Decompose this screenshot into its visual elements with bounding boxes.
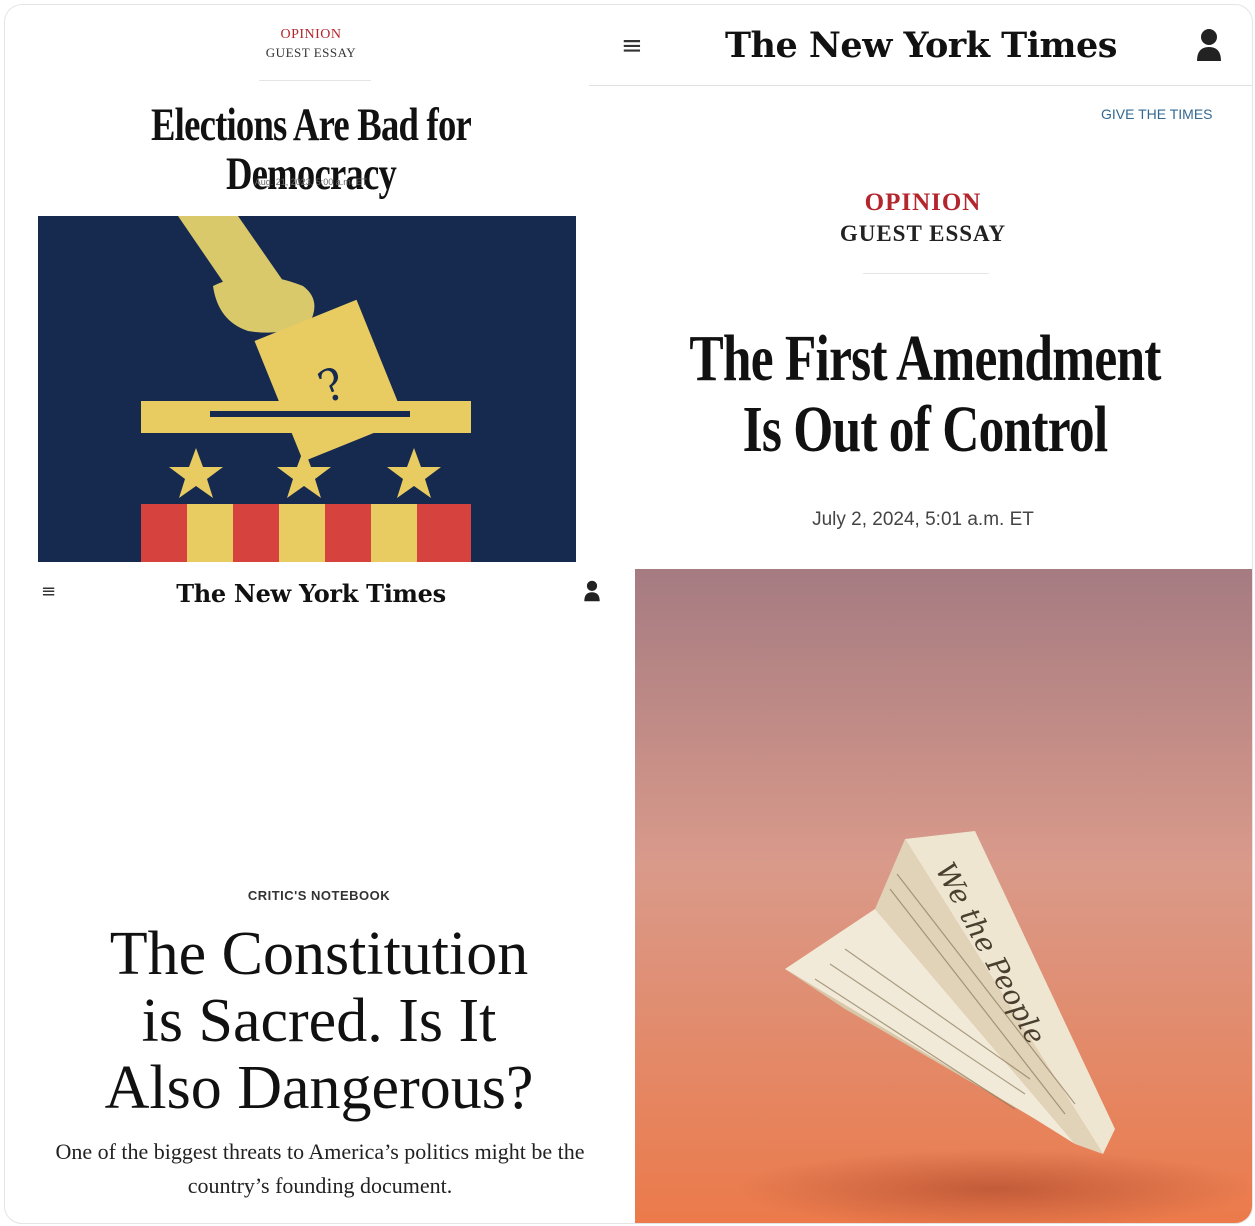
opinion-kicker: OPINION GUEST ESSAY [5,27,617,61]
user-icon[interactable] [1195,27,1223,63]
section-label[interactable]: OPINION [5,27,617,43]
critics-notebook-kicker[interactable]: CRITIC'S NOTEBOOK [5,888,633,903]
ballot-box-illustration: ? [38,216,576,562]
headline-line: The Constitution [109,920,529,988]
nyt-logo[interactable]: The New York Times [589,25,1252,66]
ballot-box-svg: ? [141,216,471,562]
nyt-logo[interactable]: The New York Times [5,579,617,608]
article-headline[interactable]: The Constitution is Sacred. Is It Also D… [5,921,633,1122]
divider [259,80,371,81]
paper-airplane-photo: We the People [635,569,1252,1223]
user-icon[interactable] [583,579,601,603]
opinion-kicker: OPINION GUEST ESSAY [613,189,1233,247]
divider [863,273,989,274]
section-label[interactable]: OPINION [613,189,1233,217]
nyt-header: ≡ The New York Times [589,5,1252,86]
article-headline[interactable]: The First Amendment Is Out of Control [675,323,1174,466]
article-date: Aug. 21, 2023, 5:00 a.m. ET [254,177,368,187]
screenshot-collage: OPINION GUEST ESSAY Elections Are Bad fo… [4,4,1253,1224]
paper-airplane-svg: We the People [635,569,1252,1223]
give-the-times-link[interactable]: GIVE THE TIMES [1101,106,1213,122]
headline-line: Also Dangerous? [104,1053,534,1122]
article-date: July 2, 2024, 5:01 a.m. ET [812,509,1034,530]
guest-essay-label: GUEST ESSAY [839,221,1007,246]
headline-line: is Sacred. Is It [141,986,497,1055]
article-summary: One of the biggest threats to America’s … [55,1139,585,1199]
guest-essay-label: GUEST ESSAY [265,45,357,60]
